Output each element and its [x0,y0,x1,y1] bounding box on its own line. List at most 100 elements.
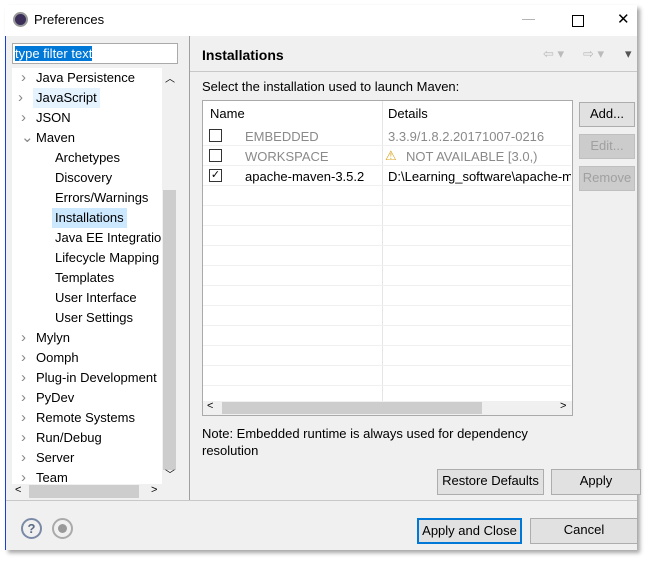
table-row[interactable] [203,306,571,326]
panel-divider[interactable] [189,36,190,501]
tree-item[interactable]: › Server [21,448,75,468]
close-button[interactable]: ✕ [617,10,630,28]
table-row[interactable] [203,206,571,226]
chevron-right-icon[interactable]: › [21,68,26,88]
chevron-right-icon[interactable]: › [18,88,23,108]
tree-item-label: Mylyn [36,330,70,345]
restore-defaults-button[interactable]: Restore Defaults [437,469,544,495]
tree-item[interactable]: Java EE Integration [55,228,168,248]
minimize-button[interactable]: — [522,11,535,26]
remove-button[interactable]: Remove [579,166,635,191]
row-checkbox[interactable]: ✓ [209,169,222,182]
table-row[interactable] [203,246,571,266]
tree-item[interactable]: › Oomph [21,348,79,368]
apply-button[interactable]: Apply [551,469,641,495]
filter-input[interactable]: type filter text [12,43,178,64]
page-title: Installations [202,47,284,63]
chevron-right-icon[interactable]: › [21,348,26,368]
tree-item[interactable]: › Run/Debug [21,428,102,448]
chevron-right-icon[interactable]: › [21,368,26,388]
installation-details: D:\Learning_software\apache-m [388,169,571,184]
table-row[interactable] [203,326,571,346]
table-row[interactable] [203,366,571,386]
scroll-down-icon[interactable]: ﹀ [165,466,175,481]
chevron-right-icon[interactable]: › [21,388,26,408]
warning-icon: ⚠ [385,148,397,163]
table-row[interactable]: ✓ apache-maven-3.5.2 D:\Learning_software\… [203,166,571,186]
tree-item-label: User Settings [55,310,134,325]
tree-item[interactable]: › JSON [21,108,71,128]
eclipse-icon [13,12,28,27]
tree-item[interactable]: User Interface [55,288,137,308]
tree-item[interactable]: › PyDev [21,388,74,408]
table-row[interactable]: WORKSPACE ⚠ NOT AVAILABLE [3.0,) [203,146,571,166]
add-button[interactable]: Add... [579,102,635,127]
installation-name: EMBEDDED [245,129,319,144]
table-row[interactable] [203,186,571,206]
scroll-thumb[interactable] [222,402,482,414]
nav-back-icon[interactable]: ⇦ ▾ [543,46,564,62]
tree-item[interactable]: › Mylyn [21,328,70,348]
tree-item[interactable]: › Remote Systems [21,408,135,428]
tree-item-label: Oomph [36,350,79,365]
tree-item[interactable]: Discovery [55,168,112,188]
tree-item[interactable]: › Team [21,468,68,484]
chevron-down-icon[interactable]: ⌄ [21,128,34,148]
tree-item[interactable]: Errors/Warnings [55,188,148,208]
tree-vertical-scrollbar[interactable]: ︿ ﹀ [162,68,177,484]
tree-item[interactable]: › Java Persistence [21,68,135,88]
scroll-thumb[interactable] [163,190,176,470]
window-title: Preferences [34,12,105,27]
table-row[interactable] [203,266,571,286]
installation-name: apache-maven-3.5.2 [245,169,365,184]
row-checkbox[interactable] [209,149,222,162]
tree-item-label: Discovery [55,170,113,185]
column-header-name[interactable]: Name [210,106,245,121]
scroll-right-icon[interactable]: > [151,484,157,496]
chevron-right-icon[interactable]: › [21,108,26,128]
chevron-right-icon[interactable]: › [21,468,26,484]
tree-item-label: Server [36,450,75,465]
scroll-left-icon[interactable]: < [15,484,21,496]
scroll-left-icon[interactable]: < [207,400,213,412]
tree-item-label: Lifecycle Mapping [55,250,160,265]
tree-item[interactable]: › JavaScript [18,88,100,108]
nav-forward-icon[interactable]: ⇨ ▾ [583,46,604,62]
scroll-up-icon[interactable]: ︿ [165,70,175,85]
tree-item[interactable]: User Settings [55,308,133,328]
tree-item-label: Java Persistence [36,70,135,85]
column-header-details[interactable]: Details [388,106,428,121]
scroll-thumb[interactable] [29,485,139,498]
row-checkbox[interactable] [209,129,222,142]
table-horizontal-scrollbar[interactable]: < > [203,400,572,415]
view-menu-icon[interactable]: ▾ [625,46,632,62]
chevron-right-icon[interactable]: › [21,328,26,348]
help-icon[interactable]: ? [21,518,42,539]
table-row[interactable] [203,286,571,306]
apply-and-close-button[interactable]: Apply and Close [417,518,522,544]
table-row[interactable] [203,226,571,246]
tree-item-label: Team [36,470,68,484]
chevron-right-icon[interactable]: › [21,428,26,448]
table-row[interactable]: EMBEDDED 3.3.9/1.8.2.20171007-0216 [203,126,571,146]
edit-button[interactable]: Edit... [579,134,635,159]
installation-name: WORKSPACE [245,149,329,164]
tree-item[interactable]: Archetypes [55,148,120,168]
tree-item[interactable]: Installations [52,208,127,228]
tree-item[interactable]: ⌄ Maven [21,128,75,148]
record-icon[interactable] [52,518,73,539]
chevron-right-icon[interactable]: › [21,448,26,468]
tree-item-label: JSON [36,110,71,125]
chevron-right-icon[interactable]: › [21,408,26,428]
tree-horizontal-scrollbar[interactable]: < > [12,484,176,499]
installation-details: 3.3.9/1.8.2.20171007-0216 [388,129,545,144]
tree-item-label: Run/Debug [36,430,102,445]
tree-item[interactable]: Lifecycle Mapping [55,248,159,268]
maximize-button[interactable] [572,15,584,27]
cancel-button[interactable]: Cancel [530,518,638,544]
tree-item[interactable]: › Plug-in Development [21,368,157,388]
header-separator [190,71,637,72]
tree-item[interactable]: Templates [55,268,114,288]
table-row[interactable] [203,346,571,366]
scroll-right-icon[interactable]: > [560,400,566,412]
